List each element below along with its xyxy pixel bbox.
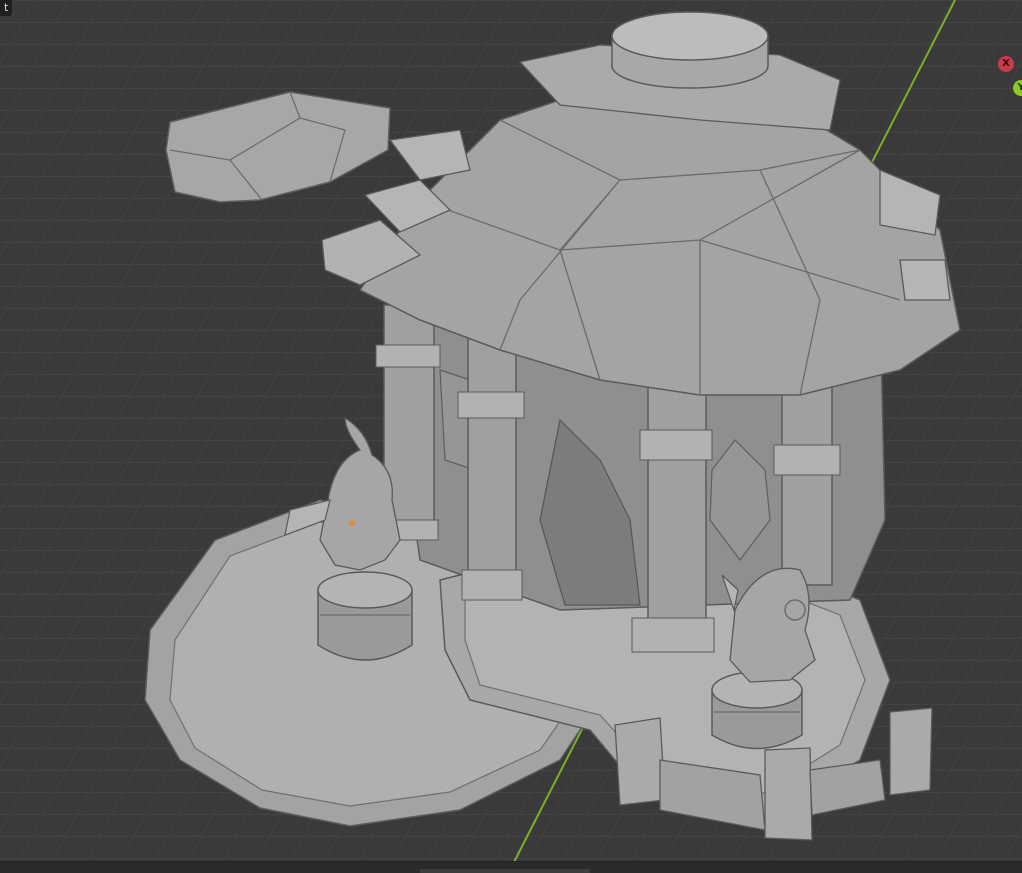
- viewport-mode-label[interactable]: t: [0, 0, 13, 16]
- navigation-gizmo-x-icon[interactable]: X: [998, 56, 1014, 72]
- column-4: [773, 384, 841, 586]
- navigation-gizmo-y-icon[interactable]: Y: [1013, 80, 1022, 96]
- bottom-tab-strip[interactable]: [420, 869, 590, 873]
- roof-cap[interactable]: [611, 11, 769, 89]
- column-2: [457, 329, 525, 601]
- viewport-scene[interactable]: [0, 0, 1022, 873]
- 3d-viewport[interactable]: t X Y: [0, 0, 1022, 873]
